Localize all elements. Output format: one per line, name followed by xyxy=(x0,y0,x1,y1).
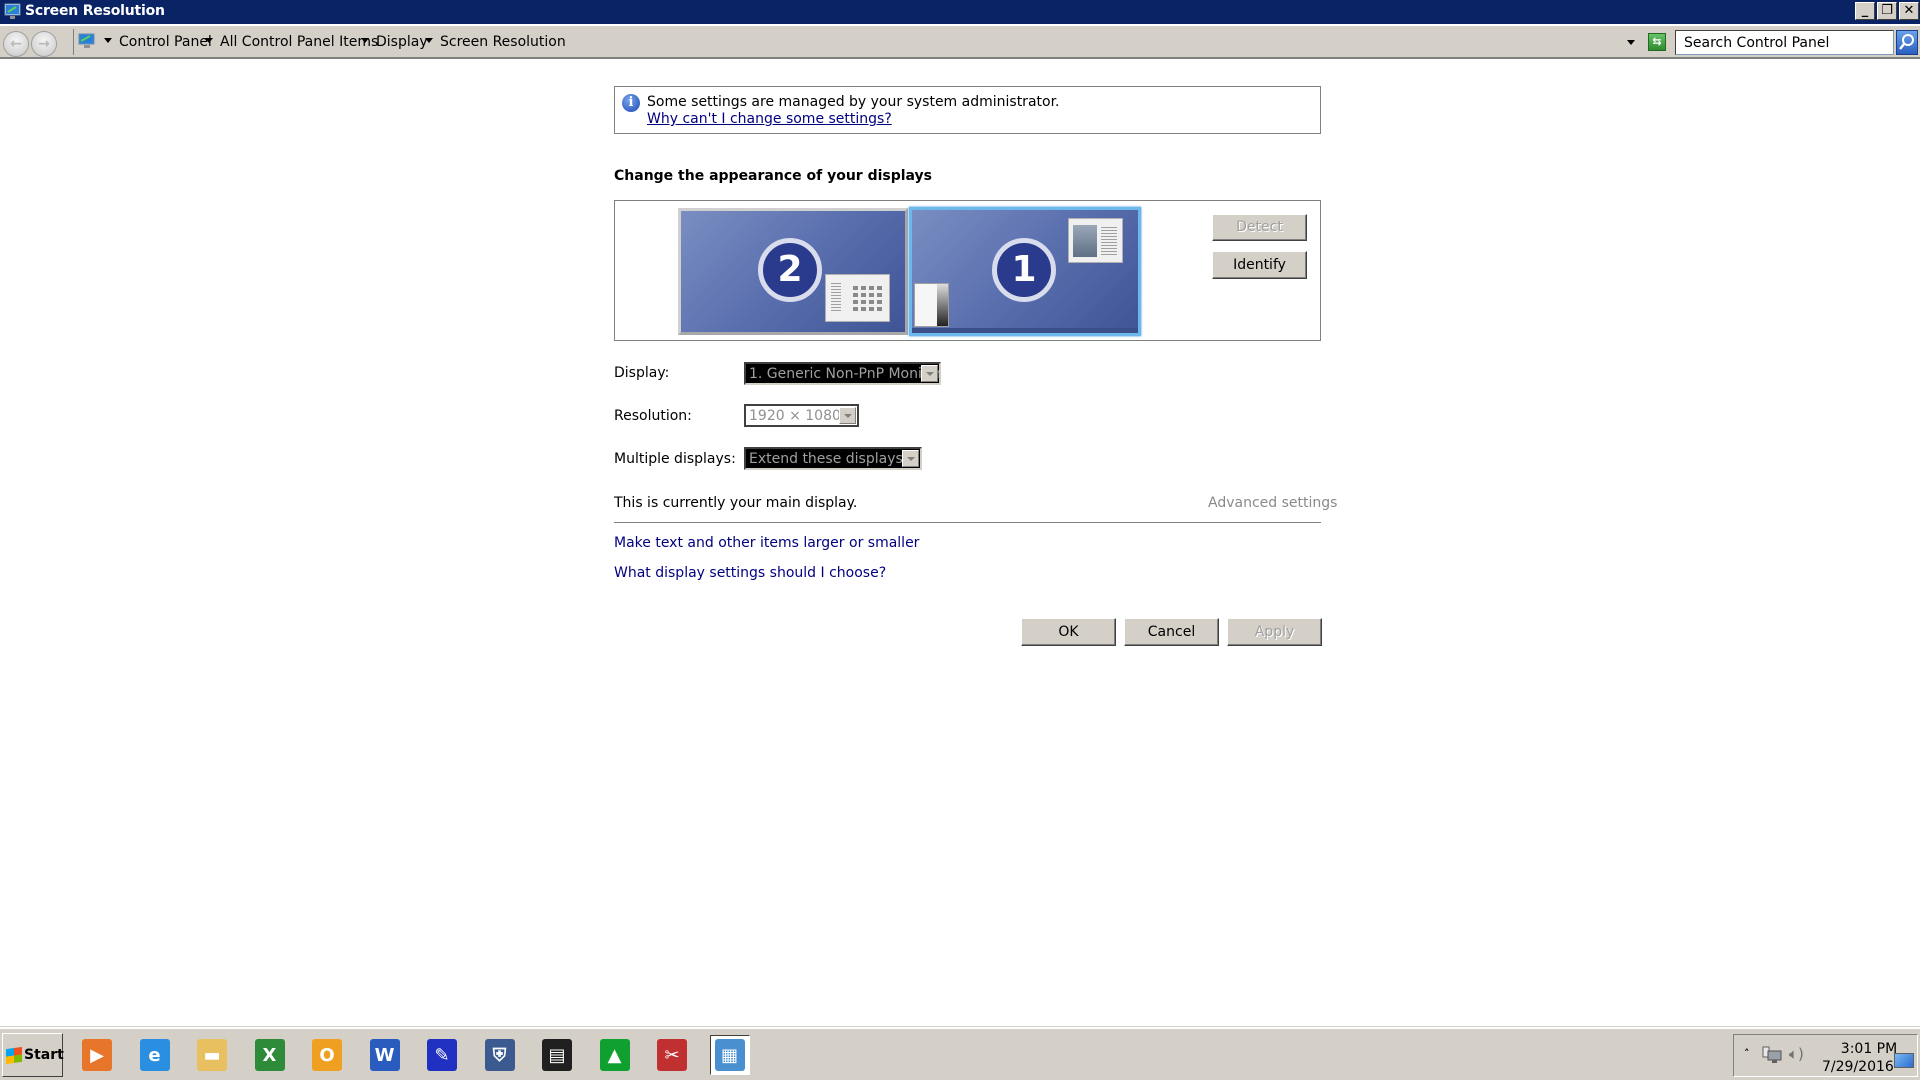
multiple-displays-select-value: Extend these displays xyxy=(749,451,903,467)
multiple-displays-label: Multiple displays: xyxy=(614,451,736,467)
resolution-label: Resolution: xyxy=(614,408,692,424)
forward-button[interactable]: → xyxy=(31,31,57,57)
monitor-1-selected[interactable]: 1 xyxy=(909,207,1141,336)
snipping-tool-icon: ✂ xyxy=(657,1039,687,1071)
title-bar: Screen Resolution _ ❐ ✕ xyxy=(0,0,1920,24)
divider xyxy=(614,522,1321,523)
paint-display-app-icon: ▲ xyxy=(599,1039,630,1071)
resolution-select[interactable]: 1920 × 1080 xyxy=(744,404,859,427)
address-bar: ← → Control Panel All Control Panel Item… xyxy=(0,24,1920,59)
network-icon[interactable] xyxy=(1762,1046,1782,1064)
cancel-button[interactable]: Cancel xyxy=(1124,618,1219,646)
control-panel-display-icon: ▦ xyxy=(714,1039,745,1071)
show-hidden-icons-button[interactable]: ˄ xyxy=(1744,1047,1750,1060)
internet-explorer-icon: e xyxy=(139,1039,170,1071)
search-button[interactable] xyxy=(1896,30,1918,55)
document-window-icon xyxy=(1068,218,1123,263)
display-help-link[interactable]: What display settings should I choose? xyxy=(614,565,886,581)
breadcrumb-root-chevron-icon[interactable] xyxy=(104,38,112,43)
ok-button[interactable]: OK xyxy=(1021,618,1116,646)
taskbar-app-internet-explorer[interactable]: e xyxy=(135,1035,175,1075)
file-cabinet-app-icon: ✎ xyxy=(427,1039,457,1071)
taskbar-app-file-cabinet-app[interactable]: ✎ xyxy=(422,1035,462,1075)
monitor-2[interactable]: 2 xyxy=(678,208,908,335)
taskbar-app-word[interactable]: W xyxy=(365,1035,405,1075)
security-app-icon: ⛨ xyxy=(484,1039,515,1071)
clock-date[interactable]: 7/29/2016 xyxy=(1822,1059,1894,1075)
breadcrumb-control-panel[interactable]: Control Panel xyxy=(119,34,212,50)
display-settings-icon xyxy=(4,3,21,19)
taskbar-app-windows-explorer[interactable]: ▬ xyxy=(192,1035,232,1075)
chevron-down-icon[interactable] xyxy=(902,450,919,467)
taskbar-app-windows-media-player[interactable]: ▶ xyxy=(77,1035,117,1075)
breadcrumb-screen-resolution[interactable]: Screen Resolution xyxy=(440,34,566,50)
breadcrumb-display[interactable]: Display xyxy=(376,34,428,50)
page-title: Change the appearance of your displays xyxy=(614,168,933,184)
admin-info-banner: i Some settings are managed by your syst… xyxy=(614,86,1321,134)
windows-media-player-icon: ▶ xyxy=(82,1039,112,1071)
chevron-down-icon[interactable] xyxy=(839,407,856,424)
control-panel-icon xyxy=(78,33,95,48)
chevron-down-icon[interactable] xyxy=(205,38,213,43)
taskbar-app-outlook[interactable]: O xyxy=(307,1035,347,1075)
calendar-window-icon xyxy=(825,274,890,322)
magnifier-icon xyxy=(1899,34,1914,50)
apply-button[interactable]: Apply xyxy=(1227,618,1322,646)
monitor-number-badge: 1 xyxy=(992,238,1056,302)
system-monitor-app-icon: ▤ xyxy=(542,1039,572,1071)
resolution-select-value: 1920 × 1080 xyxy=(749,408,841,424)
mini-taskbar xyxy=(912,328,1138,333)
monitor-number-badge: 2 xyxy=(758,238,822,302)
window-title: Screen Resolution xyxy=(25,3,165,19)
forward-arrow-icon: → xyxy=(38,36,50,52)
chevron-down-icon[interactable] xyxy=(921,365,938,382)
main-display-status: This is currently your main display. xyxy=(614,495,858,511)
word-icon: W xyxy=(369,1039,400,1071)
taskbar-app-paint-display-app[interactable]: ▲ xyxy=(595,1035,635,1075)
detect-button[interactable]: Detect xyxy=(1212,214,1307,241)
info-icon: i xyxy=(622,94,640,112)
taskbar-app-control-panel-display[interactable]: ▦ xyxy=(709,1035,750,1075)
system-tray: ˄ 🔈︎) 3:01 PM 7/29/2016 xyxy=(1733,1034,1918,1077)
start-label: Start xyxy=(24,1047,64,1063)
volume-icon[interactable]: 🔈︎) xyxy=(1789,1045,1811,1065)
outlook-icon: O xyxy=(312,1039,342,1071)
chevron-down-icon[interactable] xyxy=(425,38,433,43)
why-cant-change-link[interactable]: Why can't I change some settings? xyxy=(647,111,892,127)
address-history-dropdown-icon[interactable] xyxy=(1627,40,1635,45)
taskbar-app-snipping-tool[interactable]: ✂ xyxy=(652,1035,692,1075)
back-button[interactable]: ← xyxy=(3,31,29,57)
text-size-link[interactable]: Make text and other items larger or smal… xyxy=(614,535,919,551)
back-arrow-icon: ← xyxy=(10,36,22,52)
advanced-settings-link[interactable]: Advanced settings xyxy=(1208,495,1337,511)
minimize-button[interactable]: _ xyxy=(1855,2,1875,20)
refresh-icon[interactable]: ⇆ xyxy=(1648,33,1666,51)
windows-logo-icon xyxy=(6,1046,22,1065)
close-button[interactable]: ✕ xyxy=(1899,2,1919,20)
identify-button[interactable]: Identify xyxy=(1212,251,1307,279)
chevron-down-icon[interactable] xyxy=(361,38,369,43)
taskbar-app-security-app[interactable]: ⛨ xyxy=(480,1035,520,1075)
restore-button[interactable]: ❐ xyxy=(1877,2,1897,20)
gadget-sidebar-icon xyxy=(914,283,949,327)
taskbar: Start ▶ e ▬ X O W ✎ ⛨ ▤ ▲ ✂ ▦ ˄ 🔈︎) 3:01 PM 7/29/20… xyxy=(0,1027,1920,1080)
start-button[interactable]: Start xyxy=(2,1033,64,1077)
excel-icon: X xyxy=(254,1039,285,1071)
taskbar-app-system-monitor-app[interactable]: ▤ xyxy=(537,1035,577,1075)
breadcrumb-all-items[interactable]: All Control Panel Items xyxy=(220,34,378,50)
windows-explorer-icon: ▬ xyxy=(197,1039,227,1071)
taskbar-app-excel[interactable]: X xyxy=(250,1035,290,1075)
show-desktop-button[interactable] xyxy=(1894,1053,1914,1068)
display-select[interactable]: 1. Generic Non-PnP Monitor xyxy=(744,362,941,385)
search-input[interactable]: Search Control Panel xyxy=(1675,30,1894,55)
display-select-value: 1. Generic Non-PnP Monitor xyxy=(749,366,941,382)
breadcrumb[interactable]: Control Panel All Control Panel Items Di… xyxy=(73,29,1645,55)
multiple-displays-select[interactable]: Extend these displays xyxy=(744,447,922,470)
info-message: Some settings are managed by your system… xyxy=(647,94,1060,110)
display-label: Display: xyxy=(614,365,670,381)
